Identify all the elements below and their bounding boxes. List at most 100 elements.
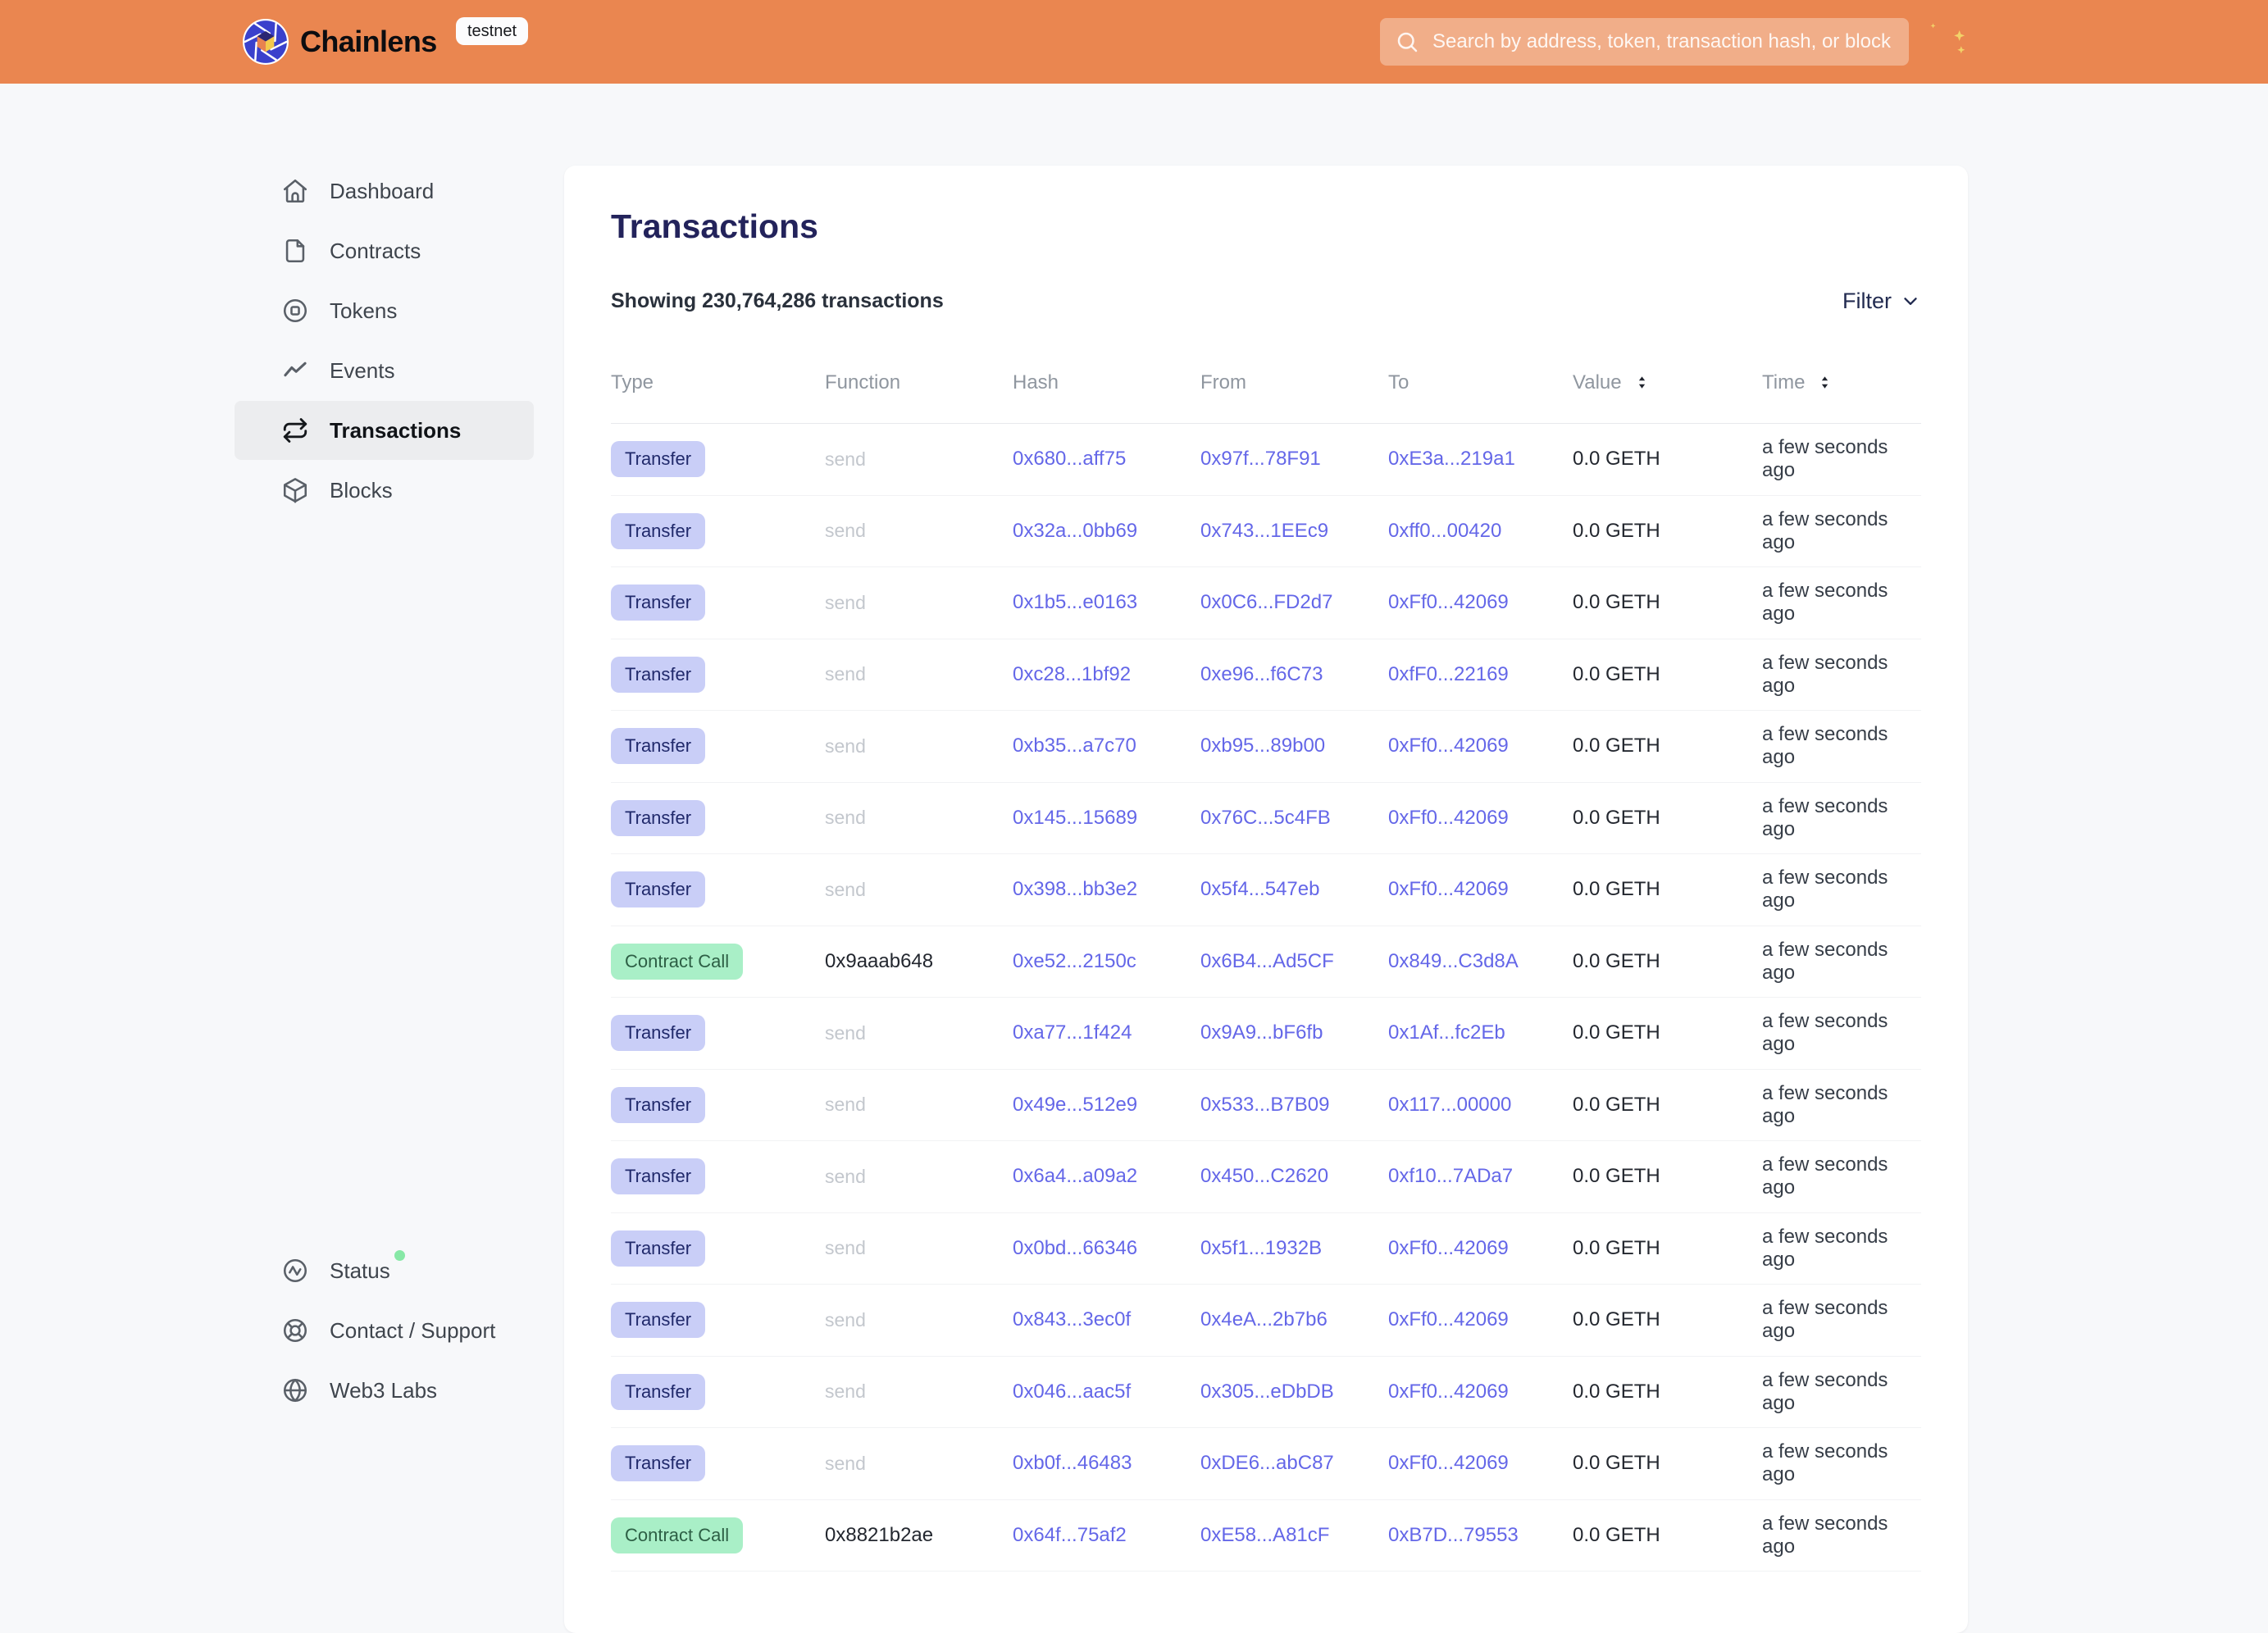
from-link[interactable]: 0x305...eDbDB — [1200, 1381, 1334, 1403]
type-badge: Transfer — [611, 657, 705, 693]
to-link[interactable]: 0xFf0...42069 — [1388, 1308, 1509, 1331]
transactions-card: Transactions Showing 230,764,286 transac… — [564, 166, 1968, 1633]
type-badge: Transfer — [611, 1158, 705, 1194]
sidebar-item-tokens[interactable]: Tokens — [235, 281, 534, 340]
value-cell: 0.0 GETH — [1573, 1237, 1762, 1260]
transaction-row: Transfer send 0x046...aac5f 0x305...eDbD… — [611, 1357, 1921, 1429]
to-link[interactable]: 0xE3a...219a1 — [1388, 448, 1515, 470]
hash-link[interactable]: 0x64f...75af2 — [1013, 1524, 1127, 1546]
function-cell: send — [825, 1237, 1013, 1259]
hash-link[interactable]: 0x32a...0bb69 — [1013, 520, 1137, 542]
from-link[interactable]: 0x4eA...2b7b6 — [1200, 1308, 1328, 1331]
from-link[interactable]: 0xE58...A81cF — [1200, 1524, 1329, 1546]
filter-label: Filter — [1842, 289, 1892, 314]
sidebar-item-events[interactable]: Events — [235, 341, 534, 400]
value-cell: 0.0 GETH — [1573, 735, 1762, 757]
to-link[interactable]: 0xFf0...42069 — [1388, 1381, 1509, 1403]
chainlens-logo-icon[interactable] — [242, 18, 289, 66]
to-link[interactable]: 0xFf0...42069 — [1388, 1237, 1509, 1259]
type-badge: Transfer — [611, 1015, 705, 1051]
value-cell: 0.0 GETH — [1573, 448, 1762, 471]
moon-icon[interactable] — [1927, 18, 1976, 67]
column-label: To — [1388, 371, 1409, 394]
hash-link[interactable]: 0x398...bb3e2 — [1013, 878, 1137, 900]
sort-icon[interactable] — [1633, 373, 1651, 392]
life-buoy-icon — [281, 1317, 309, 1344]
from-link[interactable]: 0x5f4...547eb — [1200, 878, 1319, 900]
to-link[interactable]: 0xFf0...42069 — [1388, 1452, 1509, 1474]
function-cell: send — [825, 1309, 1013, 1331]
network-badge: testnet — [456, 17, 528, 45]
page-title: Transactions — [611, 207, 1921, 246]
brand-name[interactable]: Chainlens — [300, 0, 437, 84]
time-cell: a few seconds ago — [1762, 508, 1921, 554]
to-link[interactable]: 0xFf0...42069 — [1388, 807, 1509, 829]
function-cell: send — [825, 1094, 1013, 1116]
hash-link[interactable]: 0xc28...1bf92 — [1013, 663, 1131, 685]
home-icon — [281, 177, 309, 205]
value-cell: 0.0 GETH — [1573, 1381, 1762, 1403]
sidebar-footer-item-contact-support[interactable]: Contact / Support — [235, 1301, 534, 1360]
sidebar-footer: Status Contact / Support Web3 Labs — [235, 1241, 534, 1421]
search-input[interactable] — [1431, 30, 1897, 54]
transaction-row: Transfer send 0xa77...1f424 0x9A9...bF6f… — [611, 998, 1921, 1070]
from-link[interactable]: 0xe96...f6C73 — [1200, 663, 1323, 685]
from-link[interactable]: 0x0C6...FD2d7 — [1200, 591, 1332, 613]
from-link[interactable]: 0x6B4...Ad5CF — [1200, 950, 1334, 972]
hash-link[interactable]: 0x1b5...e0163 — [1013, 591, 1137, 613]
from-link[interactable]: 0xDE6...abC87 — [1200, 1452, 1334, 1474]
to-link[interactable]: 0xff0...00420 — [1388, 520, 1501, 542]
to-link[interactable]: 0xFf0...42069 — [1388, 591, 1509, 613]
hash-link[interactable]: 0x680...aff75 — [1013, 448, 1126, 470]
sidebar-item-transactions[interactable]: Transactions — [235, 401, 534, 460]
time-cell: a few seconds ago — [1762, 580, 1921, 625]
from-link[interactable]: 0x97f...78F91 — [1200, 448, 1321, 470]
function-cell: send — [825, 1381, 1013, 1403]
to-link[interactable]: 0x117...00000 — [1388, 1094, 1511, 1116]
from-link[interactable]: 0x533...B7B09 — [1200, 1094, 1329, 1116]
from-link[interactable]: 0x743...1EEc9 — [1200, 520, 1328, 542]
sort-icon[interactable] — [1815, 373, 1834, 392]
column-header-value: Value — [1573, 371, 1762, 394]
time-cell: a few seconds ago — [1762, 1082, 1921, 1128]
hash-link[interactable]: 0xb0f...46483 — [1013, 1452, 1132, 1474]
hash-link[interactable]: 0x843...3ec0f — [1013, 1308, 1131, 1331]
value-cell: 0.0 GETH — [1573, 591, 1762, 614]
function-cell: send — [825, 592, 1013, 614]
hash-link[interactable]: 0xe52...2150c — [1013, 950, 1136, 972]
time-cell: a few seconds ago — [1762, 867, 1921, 912]
hash-link[interactable]: 0x145...15689 — [1013, 807, 1137, 829]
value-cell: 0.0 GETH — [1573, 1452, 1762, 1475]
sidebar-item-dashboard[interactable]: Dashboard — [235, 161, 534, 221]
transaction-row: Transfer send 0x398...bb3e2 0x5f4...547e… — [611, 854, 1921, 926]
to-link[interactable]: 0xB7D...79553 — [1388, 1524, 1519, 1546]
hash-link[interactable]: 0xa77...1f424 — [1013, 1021, 1132, 1044]
hash-link[interactable]: 0x0bd...66346 — [1013, 1237, 1137, 1259]
hash-link[interactable]: 0x6a4...a09a2 — [1013, 1165, 1137, 1187]
from-link[interactable]: 0x5f1...1932B — [1200, 1237, 1322, 1259]
hash-link[interactable]: 0x046...aac5f — [1013, 1381, 1131, 1403]
to-link[interactable]: 0xFf0...42069 — [1388, 735, 1509, 757]
time-cell: a few seconds ago — [1762, 652, 1921, 698]
to-link[interactable]: 0x1Af...fc2Eb — [1388, 1021, 1505, 1044]
from-link[interactable]: 0x9A9...bF6fb — [1200, 1021, 1323, 1044]
to-link[interactable]: 0xfF0...22169 — [1388, 663, 1509, 685]
sidebar-item-label: Blocks — [330, 478, 393, 503]
hash-link[interactable]: 0x49e...512e9 — [1013, 1094, 1137, 1116]
to-link[interactable]: 0x849...C3d8A — [1388, 950, 1519, 972]
hash-link[interactable]: 0xb35...a7c70 — [1013, 735, 1136, 757]
column-label: From — [1200, 371, 1246, 394]
sidebar-footer-item-web3-labs[interactable]: Web3 Labs — [235, 1361, 534, 1420]
from-link[interactable]: 0x450...C2620 — [1200, 1165, 1328, 1187]
from-link[interactable]: 0xb95...89b00 — [1200, 735, 1325, 757]
sidebar-footer-item-status[interactable]: Status — [235, 1241, 534, 1300]
sidebar-item-blocks[interactable]: Blocks — [235, 461, 534, 520]
to-link[interactable]: 0xFf0...42069 — [1388, 878, 1509, 900]
function-cell: send — [825, 448, 1013, 471]
sidebar-item-contracts[interactable]: Contracts — [235, 221, 534, 280]
from-link[interactable]: 0x76C...5c4FB — [1200, 807, 1331, 829]
filter-button[interactable]: Filter — [1842, 289, 1921, 314]
to-link[interactable]: 0xf10...7ADa7 — [1388, 1165, 1513, 1187]
function-cell: send — [825, 807, 1013, 829]
function-cell: send — [825, 1022, 1013, 1044]
